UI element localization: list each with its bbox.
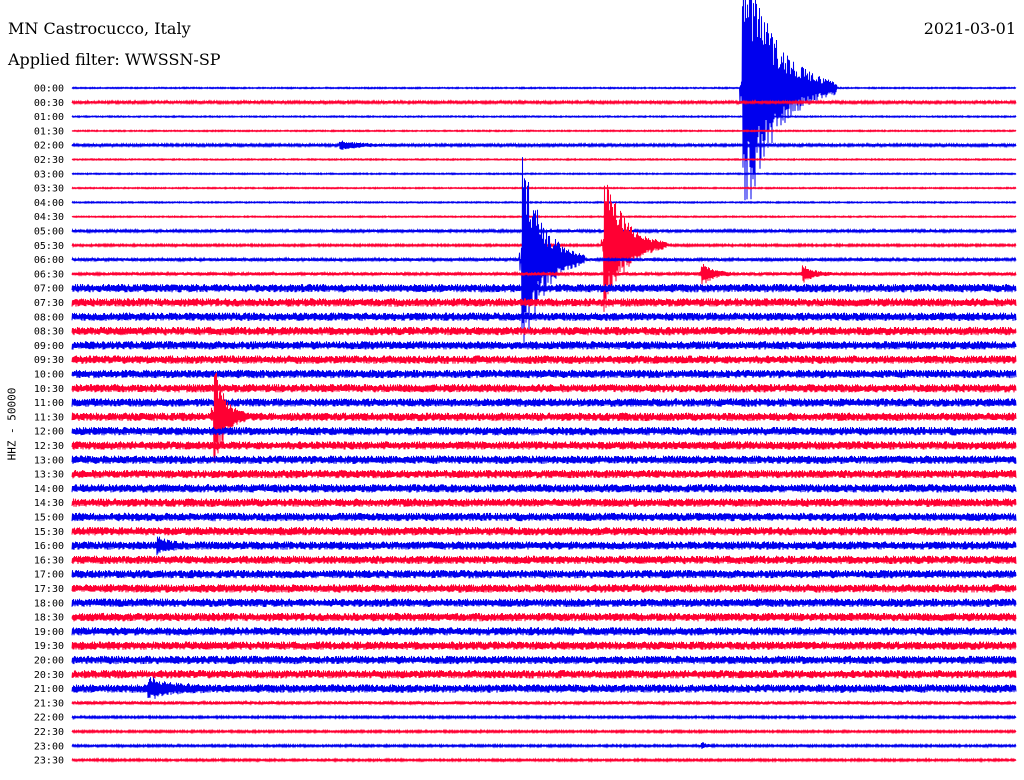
trace-time-label: 15:30 bbox=[34, 527, 64, 538]
trace-time-label: 23:00 bbox=[34, 741, 64, 752]
trace-time-label: 22:30 bbox=[34, 727, 64, 738]
trace-line bbox=[71, 157, 1017, 162]
trace-time-label: 02:30 bbox=[34, 155, 64, 166]
trace-line bbox=[71, 469, 1017, 479]
trace-time-label: 06:00 bbox=[34, 255, 64, 266]
trace-line bbox=[71, 677, 1017, 699]
trace-line bbox=[71, 114, 1017, 119]
trace-time-label: 07:30 bbox=[34, 298, 64, 309]
trace-line bbox=[71, 341, 1017, 350]
trace-line bbox=[71, 171, 1017, 176]
trace-time-label: 18:00 bbox=[34, 598, 64, 609]
trace-line bbox=[71, 186, 1017, 190]
trace-time-label: 14:30 bbox=[34, 498, 64, 509]
trace-time-label: 12:00 bbox=[34, 427, 64, 438]
trace-time-label: 05:00 bbox=[34, 227, 64, 238]
trace-line bbox=[71, 498, 1017, 507]
trace-time-label: 01:00 bbox=[34, 112, 64, 123]
trace-time-label: 07:00 bbox=[34, 284, 64, 295]
trace-line bbox=[71, 569, 1017, 579]
trace-line bbox=[71, 612, 1017, 622]
trace-line bbox=[71, 536, 1017, 556]
trace-line bbox=[71, 398, 1017, 407]
trace-time-label: 09:00 bbox=[34, 341, 64, 352]
trace-time-label: 21:30 bbox=[34, 698, 64, 709]
trace-line bbox=[71, 655, 1017, 665]
trace-line bbox=[71, 670, 1017, 679]
trace-line bbox=[71, 355, 1017, 364]
trace-line bbox=[71, 757, 1017, 764]
trace-line bbox=[71, 728, 1017, 735]
trace-line bbox=[71, 214, 1017, 219]
trace-time-label: 04:30 bbox=[34, 212, 64, 223]
trace-time-label: 00:30 bbox=[34, 98, 64, 109]
trace-time-label: 10:00 bbox=[34, 370, 64, 381]
trace-time-label: 04:00 bbox=[34, 198, 64, 209]
trace-time-label: 19:30 bbox=[34, 641, 64, 652]
trace-time-label: 09:30 bbox=[34, 355, 64, 366]
trace-line bbox=[71, 129, 1017, 133]
trace-time-label: 17:00 bbox=[34, 570, 64, 581]
trace-time-label: 01:30 bbox=[34, 126, 64, 137]
trace-line bbox=[71, 742, 1017, 749]
trace-line bbox=[71, 326, 1017, 336]
trace-time-label: 15:00 bbox=[34, 513, 64, 524]
trace-line bbox=[71, 714, 1017, 721]
trace-time-label: 13:00 bbox=[34, 455, 64, 466]
trace-time-label: 18:30 bbox=[34, 613, 64, 624]
trace-time-label: 13:30 bbox=[34, 470, 64, 481]
trace-line bbox=[71, 312, 1017, 322]
trace-time-label: 11:00 bbox=[34, 398, 64, 409]
trace-line bbox=[71, 699, 1017, 707]
trace-line bbox=[71, 641, 1017, 650]
trace-time-label: 20:00 bbox=[34, 656, 64, 667]
trace-line bbox=[71, 298, 1017, 307]
trace-time-label: 17:30 bbox=[34, 584, 64, 595]
trace-time-label: 14:00 bbox=[34, 484, 64, 495]
trace-time-label: 02:00 bbox=[34, 141, 64, 152]
trace-time-label: 12:30 bbox=[34, 441, 64, 452]
trace-line bbox=[71, 200, 1017, 205]
trace-line bbox=[71, 527, 1017, 536]
trace-line bbox=[71, 99, 1017, 106]
trace-time-label: 20:30 bbox=[34, 670, 64, 681]
trace-time-label: 03:30 bbox=[34, 184, 64, 195]
trace-line bbox=[71, 512, 1017, 522]
trace-time-label: 21:00 bbox=[34, 684, 64, 695]
trace-line bbox=[71, 140, 1017, 150]
trace-time-label: 05:30 bbox=[34, 241, 64, 252]
trace-time-label: 11:30 bbox=[34, 412, 64, 423]
trace-line bbox=[71, 627, 1017, 636]
trace-time-label: 19:00 bbox=[34, 627, 64, 638]
trace-time-label: 16:30 bbox=[34, 555, 64, 566]
trace-line bbox=[71, 484, 1017, 493]
trace-time-label: 23:30 bbox=[34, 756, 64, 767]
trace-line bbox=[71, 369, 1017, 379]
seismogram-plot: 00:00 00:30 01:00 01:30 02:00 02:30 03:00 03:30… bbox=[34, 0, 1017, 767]
trace-time-label: 03:00 bbox=[34, 169, 64, 180]
trace-time-label: 10:30 bbox=[34, 384, 64, 395]
trace-time-label: 08:30 bbox=[34, 327, 64, 338]
trace-line bbox=[71, 584, 1017, 593]
trace-line bbox=[71, 0, 1017, 201]
trace-line bbox=[71, 598, 1017, 608]
trace-time-label: 06:30 bbox=[34, 269, 64, 280]
trace-line bbox=[71, 384, 1017, 393]
trace-time-label: 00:00 bbox=[34, 84, 64, 95]
trace-time-label: 22:00 bbox=[34, 713, 64, 724]
trace-time-label: 08:00 bbox=[34, 312, 64, 323]
trace-line bbox=[71, 555, 1017, 565]
trace-time-label: 16:00 bbox=[34, 541, 64, 552]
